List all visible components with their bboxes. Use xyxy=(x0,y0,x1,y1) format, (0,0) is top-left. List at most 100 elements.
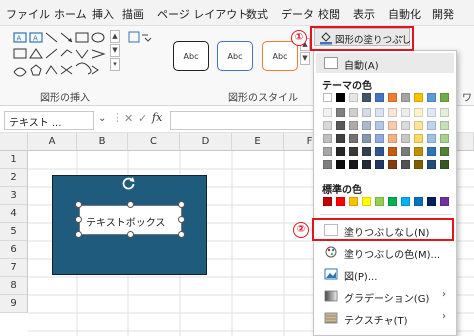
color-swatch[interactable] xyxy=(323,197,332,206)
tab-formulas[interactable]: 数式 xyxy=(246,6,268,22)
color-swatch[interactable] xyxy=(414,147,423,156)
style-preset-orange[interactable]: Abc xyxy=(262,41,298,71)
color-swatch[interactable] xyxy=(414,160,423,169)
style-preset-blue[interactable]: Abc xyxy=(217,41,253,71)
shapes-scroll-up-icon[interactable]: ▲ xyxy=(110,30,120,43)
tab-view[interactable]: 表示 xyxy=(353,6,375,22)
color-swatch[interactable] xyxy=(388,147,397,156)
column-header[interactable]: D xyxy=(180,133,232,151)
color-swatch[interactable] xyxy=(362,147,371,156)
color-swatch[interactable] xyxy=(427,134,436,143)
color-swatch[interactable] xyxy=(388,160,397,169)
tab-developer[interactable]: 開発 xyxy=(432,6,454,22)
color-swatch[interactable] xyxy=(375,121,384,130)
color-swatch[interactable] xyxy=(362,108,371,117)
name-box[interactable]: テキスト ... xyxy=(4,111,94,130)
color-swatch[interactable] xyxy=(401,93,410,102)
color-swatch[interactable] xyxy=(414,93,423,102)
tab-insert[interactable]: 挿入 xyxy=(92,6,114,22)
color-swatch[interactable] xyxy=(414,134,423,143)
menu-item-auto-top[interactable]: 自動(A) xyxy=(316,53,454,73)
color-swatch[interactable] xyxy=(427,121,436,130)
resize-handle[interactable] xyxy=(75,201,82,208)
color-swatch[interactable] xyxy=(323,134,332,143)
edit-shape-icon[interactable] xyxy=(128,31,154,43)
row-header[interactable]: 6 xyxy=(0,241,28,259)
row-header[interactable]: 7 xyxy=(0,259,28,277)
tab-page-layout[interactable]: ページ レイアウト xyxy=(157,6,248,22)
color-swatch[interactable] xyxy=(388,121,397,130)
color-swatch[interactable] xyxy=(323,121,332,130)
row-header[interactable]: 8 xyxy=(0,277,28,295)
color-swatch[interactable] xyxy=(427,108,436,117)
name-box-dropdown-icon[interactable]: ⌄ xyxy=(98,113,106,124)
color-swatch[interactable] xyxy=(349,134,358,143)
color-swatch[interactable] xyxy=(349,108,358,117)
tab-home[interactable]: ホーム xyxy=(54,6,87,22)
select-all-corner[interactable] xyxy=(0,133,28,151)
column-header[interactable]: A xyxy=(28,133,77,151)
color-swatch[interactable] xyxy=(323,108,332,117)
color-swatch[interactable] xyxy=(414,108,423,117)
tab-automate[interactable]: 自動化 xyxy=(388,6,421,22)
color-swatch[interactable] xyxy=(440,108,449,117)
resize-handle[interactable] xyxy=(127,201,134,208)
tab-draw[interactable]: 描画 xyxy=(122,6,144,22)
menu-item-picture[interactable]: 図(P)... xyxy=(316,264,454,284)
color-swatch[interactable] xyxy=(362,160,371,169)
color-swatch[interactable] xyxy=(427,160,436,169)
formula-input[interactable] xyxy=(170,111,320,130)
resize-handle[interactable] xyxy=(75,216,82,223)
color-swatch[interactable] xyxy=(427,93,436,102)
color-swatch[interactable] xyxy=(440,197,449,206)
color-swatch[interactable] xyxy=(336,121,345,130)
row-header[interactable]: 5 xyxy=(0,223,28,241)
color-swatch[interactable] xyxy=(323,147,332,156)
color-swatch[interactable] xyxy=(427,197,436,206)
color-swatch[interactable] xyxy=(375,93,384,102)
color-swatch[interactable] xyxy=(349,121,358,130)
row-header[interactable]: 4 xyxy=(0,205,28,223)
menu-item-gradient[interactable]: グラデーション(G) › xyxy=(316,286,454,306)
column-header[interactable]: C xyxy=(128,133,180,151)
color-swatch[interactable] xyxy=(401,147,410,156)
color-swatch[interactable] xyxy=(440,121,449,130)
row-header[interactable]: 2 xyxy=(0,169,28,187)
enter-icon[interactable]: ✓ xyxy=(138,112,147,125)
color-swatch[interactable] xyxy=(440,160,449,169)
resize-handle[interactable] xyxy=(178,216,185,223)
rotate-handle-icon[interactable] xyxy=(122,176,136,190)
color-swatch[interactable] xyxy=(388,108,397,117)
color-swatch[interactable] xyxy=(336,134,345,143)
color-swatch[interactable] xyxy=(440,147,449,156)
color-swatch[interactable] xyxy=(440,93,449,102)
menu-item-more-colors[interactable]: 塗りつぶしの色(M)... xyxy=(316,242,454,262)
color-swatch[interactable] xyxy=(388,197,397,206)
color-swatch[interactable] xyxy=(375,134,384,143)
color-swatch[interactable] xyxy=(401,134,410,143)
style-preset-dark[interactable]: Abc xyxy=(173,41,209,71)
color-swatch[interactable] xyxy=(336,147,345,156)
color-swatch[interactable] xyxy=(375,147,384,156)
color-swatch[interactable] xyxy=(323,93,332,102)
color-swatch[interactable] xyxy=(401,160,410,169)
color-swatch[interactable] xyxy=(362,197,371,206)
color-swatch[interactable] xyxy=(349,147,358,156)
resize-handle[interactable] xyxy=(178,231,185,238)
color-swatch[interactable] xyxy=(427,147,436,156)
color-swatch[interactable] xyxy=(349,93,358,102)
row-header[interactable]: 9 xyxy=(0,295,28,313)
color-swatch[interactable] xyxy=(336,160,345,169)
shapes-more-icon[interactable]: ▾ xyxy=(110,58,120,71)
color-swatch[interactable] xyxy=(375,160,384,169)
color-swatch[interactable] xyxy=(336,108,345,117)
resize-handle[interactable] xyxy=(75,231,82,238)
color-swatch[interactable] xyxy=(401,197,410,206)
color-swatch[interactable] xyxy=(362,121,371,130)
color-swatch[interactable] xyxy=(349,160,358,169)
cancel-icon[interactable]: ✕ xyxy=(124,112,133,125)
color-swatch[interactable] xyxy=(388,93,397,102)
color-swatch[interactable] xyxy=(336,197,345,206)
tab-review[interactable]: 校閲 xyxy=(318,6,340,22)
color-swatch[interactable] xyxy=(401,121,410,130)
